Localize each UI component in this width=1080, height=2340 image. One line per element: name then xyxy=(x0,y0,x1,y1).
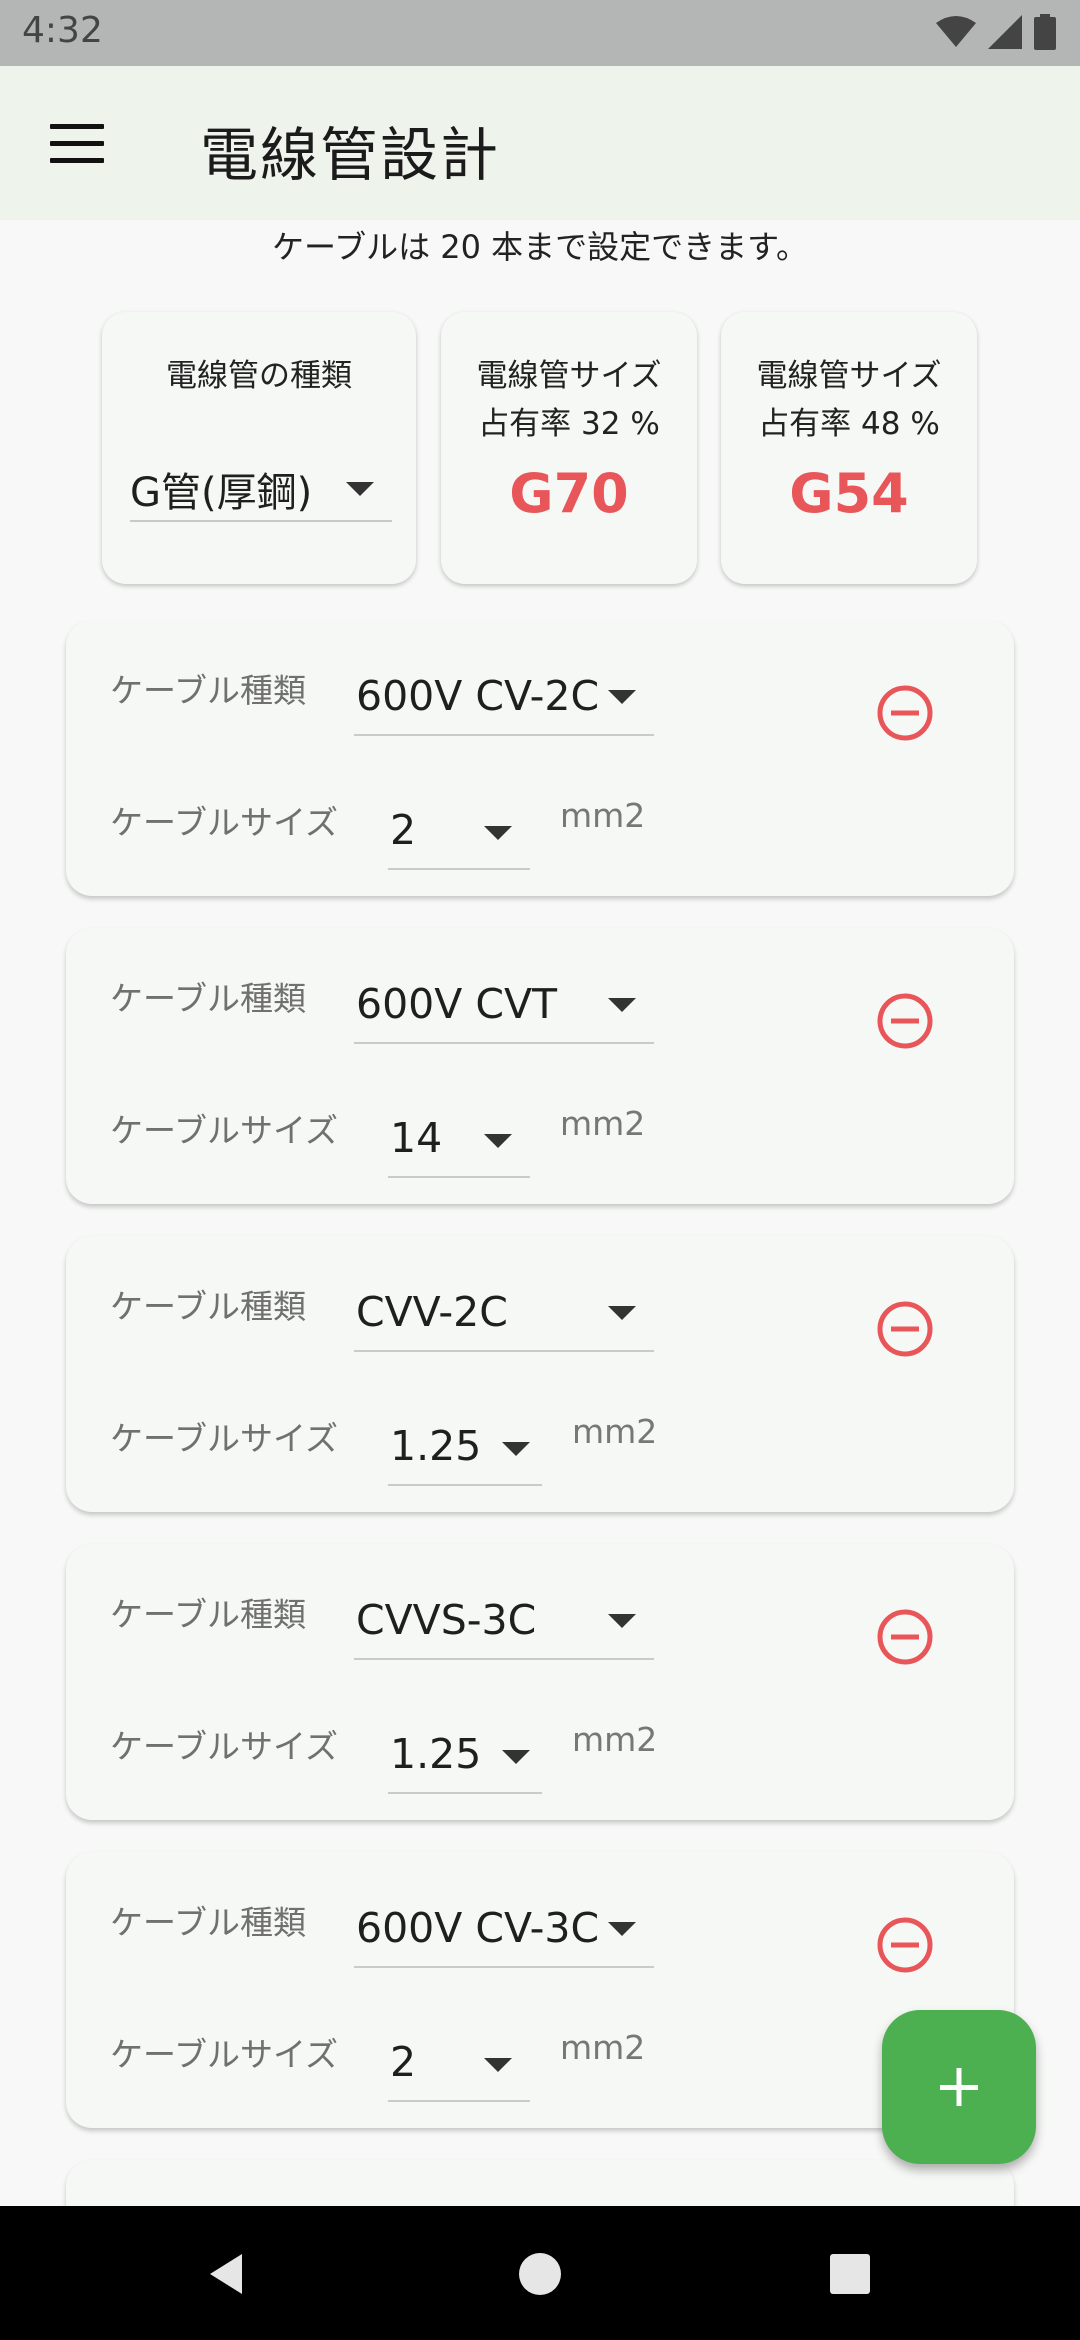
cable-type-select[interactable]: 600V CV-3C xyxy=(354,1882,654,1968)
conduit-kind-label: 電線管の種類 xyxy=(166,358,352,394)
signal-icon xyxy=(988,15,1022,49)
cable-size-value: 2 xyxy=(390,806,417,854)
cable-card: ケーブル種類 CVV-2C ケーブルサイズ 1.25 mm2 xyxy=(66,1236,1014,1512)
occupancy-ratio: 占有率 32 % xyxy=(478,406,660,442)
add-cable-button[interactable] xyxy=(882,2010,1036,2164)
cable-size-select[interactable]: 14 xyxy=(388,1092,530,1178)
cable-size-unit: mm2 xyxy=(572,1720,658,1759)
cable-size-value: 14 xyxy=(390,1114,443,1162)
occupancy-ratio: 占有率 48 % xyxy=(758,406,940,442)
cable-card-partial xyxy=(66,2160,1014,2206)
system-nav-bar xyxy=(0,2206,1080,2340)
cable-type-label: ケーブル種類 xyxy=(110,671,307,710)
remove-cable-icon[interactable] xyxy=(876,684,934,742)
cable-type-value: CVVS-3C xyxy=(356,1596,537,1644)
app-bar: 電線管設計 xyxy=(0,66,1080,220)
conduit-size-card-1: 電線管サイズ 占有率 32 % G70 xyxy=(441,312,697,584)
dropdown-arrow-icon xyxy=(608,1306,636,1320)
home-icon[interactable] xyxy=(512,2246,568,2302)
cable-size-unit: mm2 xyxy=(560,2028,646,2067)
cable-size-select[interactable]: 1.25 xyxy=(388,1708,542,1794)
menu-icon[interactable] xyxy=(50,124,104,164)
dropdown-arrow-icon xyxy=(608,998,636,1012)
cable-size-value: 2 xyxy=(390,2038,417,2086)
dropdown-arrow-icon xyxy=(484,826,512,840)
recents-icon[interactable] xyxy=(822,2246,878,2302)
cable-list[interactable]: ケーブル種類 600V CV-2C ケーブルサイズ 2 mm2 ケーブル種類 6… xyxy=(0,620,1080,2206)
cable-size-unit: mm2 xyxy=(572,1412,658,1451)
status-icons xyxy=(936,14,1056,50)
conduit-size-value: G54 xyxy=(789,462,909,525)
cable-card: ケーブル種類 600V CVT ケーブルサイズ 14 mm2 xyxy=(66,928,1014,1204)
conduit-size-value: G70 xyxy=(509,462,629,525)
page-title: 電線管設計 xyxy=(200,121,501,189)
dropdown-arrow-icon xyxy=(608,690,636,704)
cable-size-label: ケーブルサイズ xyxy=(110,1419,339,1458)
dropdown-arrow-icon xyxy=(502,1442,530,1456)
conduit-kind-value: G管(厚鋼) xyxy=(130,470,313,516)
dropdown-arrow-icon xyxy=(502,1750,530,1764)
cable-size-label: ケーブルサイズ xyxy=(110,803,339,842)
cable-size-select[interactable]: 2 xyxy=(388,784,530,870)
cable-type-label: ケーブル種類 xyxy=(110,1287,307,1326)
dropdown-arrow-icon xyxy=(346,482,374,496)
cable-size-value: 1.25 xyxy=(390,1730,482,1778)
cable-type-value: 600V CV-3C xyxy=(356,1904,600,1952)
cable-type-label: ケーブル種類 xyxy=(110,1903,307,1942)
cable-type-select[interactable]: CVVS-3C xyxy=(354,1574,654,1660)
cable-card: ケーブル種類 CVVS-3C ケーブルサイズ 1.25 mm2 xyxy=(66,1544,1014,1820)
dropdown-arrow-icon xyxy=(608,1614,636,1628)
conduit-kind-select[interactable]: G管(厚鋼) xyxy=(130,450,392,522)
wifi-icon xyxy=(936,16,976,47)
cable-size-select[interactable]: 2 xyxy=(388,2016,530,2102)
dropdown-arrow-icon xyxy=(484,2058,512,2072)
status-time: 4:32 xyxy=(22,10,103,51)
back-icon[interactable] xyxy=(198,2246,254,2302)
cable-size-label: ケーブルサイズ xyxy=(110,1111,339,1150)
conduit-size-card-2: 電線管サイズ 占有率 48 % G54 xyxy=(721,312,977,584)
cable-type-select[interactable]: 600V CVT xyxy=(354,958,654,1044)
cable-size-unit: mm2 xyxy=(560,796,646,835)
conduit-size-label: 電線管サイズ xyxy=(476,358,662,394)
cable-size-select[interactable]: 1.25 xyxy=(388,1400,542,1486)
status-bar: 4:32 xyxy=(0,0,1080,66)
remove-cable-icon[interactable] xyxy=(876,1916,934,1974)
cable-type-value: 600V CV-2C xyxy=(356,672,600,720)
cable-type-select[interactable]: 600V CV-2C xyxy=(354,650,654,736)
cable-type-label: ケーブル種類 xyxy=(110,979,307,1018)
cable-card: ケーブル種類 600V CV-3C ケーブルサイズ 2 mm2 xyxy=(66,1852,1014,2128)
remove-cable-icon[interactable] xyxy=(876,992,934,1050)
remove-cable-icon[interactable] xyxy=(876,1608,934,1666)
cable-size-value: 1.25 xyxy=(390,1422,482,1470)
dropdown-arrow-icon xyxy=(484,1134,512,1148)
cable-size-unit: mm2 xyxy=(560,1104,646,1143)
cable-type-select[interactable]: CVV-2C xyxy=(354,1266,654,1352)
conduit-kind-card: 電線管の種類 G管(厚鋼) xyxy=(102,312,416,584)
cable-size-label: ケーブルサイズ xyxy=(110,2035,339,2074)
conduit-size-label: 電線管サイズ xyxy=(756,358,942,394)
cable-card: ケーブル種類 600V CV-2C ケーブルサイズ 2 mm2 xyxy=(66,620,1014,896)
battery-icon xyxy=(1034,14,1056,50)
remove-cable-icon[interactable] xyxy=(876,1300,934,1358)
cable-type-value: 600V CVT xyxy=(356,980,558,1028)
cable-type-label: ケーブル種類 xyxy=(110,1595,307,1634)
cable-type-value: CVV-2C xyxy=(356,1288,508,1336)
dropdown-arrow-icon xyxy=(608,1922,636,1936)
cable-limit-info: ケーブルは 20 本まで設定できます。 xyxy=(272,228,808,266)
plus-icon xyxy=(940,2068,978,2106)
cable-size-label: ケーブルサイズ xyxy=(110,1727,339,1766)
